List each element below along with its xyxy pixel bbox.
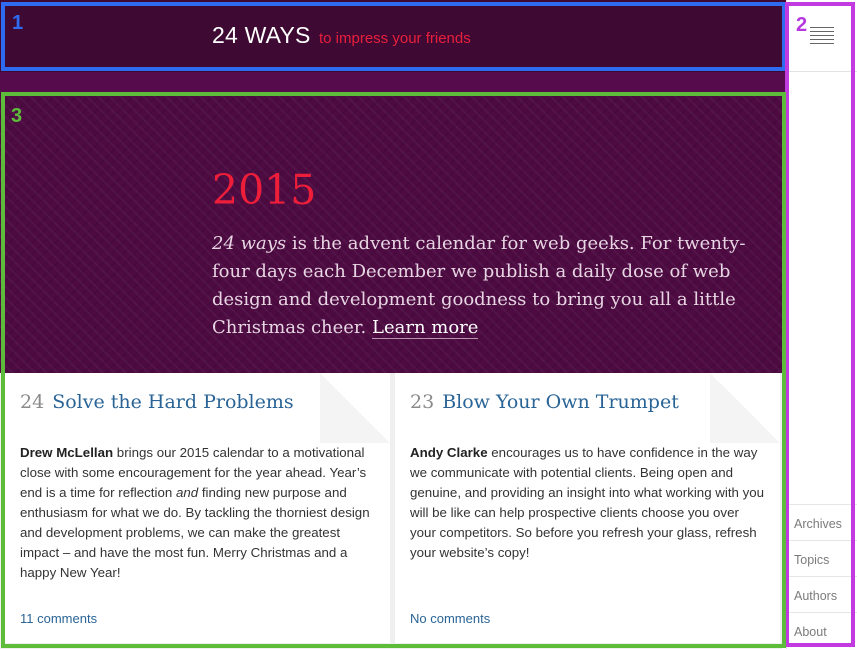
- article-day-number: 24: [20, 391, 45, 413]
- hamburger-menu-icon[interactable]: [810, 27, 834, 45]
- site-title[interactable]: 24 WAYS to impress your friends: [212, 22, 471, 49]
- article-card: 23 Blow Your Own Trumpet Andy Clarke enco…: [395, 373, 780, 643]
- card-fold-decoration: [320, 373, 390, 443]
- article-card: 24 Solve the Hard Problems Drew McLellan …: [5, 373, 390, 643]
- hero-intro: 24 ways is the advent calendar for web g…: [212, 230, 752, 342]
- article-author: Drew McLellan: [20, 445, 114, 460]
- sidebar-item-about[interactable]: About: [787, 612, 857, 648]
- learn-more-link[interactable]: Learn more: [372, 317, 479, 339]
- article-summary-emphasis: and: [175, 485, 199, 500]
- article-title-link[interactable]: Blow Your Own Trumpet: [442, 391, 679, 413]
- header-divider-band: [0, 72, 786, 92]
- article-day-number: 23: [410, 391, 435, 413]
- article-comments-link[interactable]: No comments: [410, 611, 490, 626]
- annotation-label-header: 1: [12, 12, 24, 34]
- site-header: 24 WAYS to impress your friends: [0, 0, 786, 72]
- hero-intro-emphasis: 24 ways: [212, 233, 287, 254]
- sidebar-item-topics[interactable]: Topics: [787, 540, 857, 576]
- brand-tagline: to impress your friends: [319, 30, 471, 47]
- sidebar-item-archives[interactable]: Archives: [787, 504, 857, 540]
- article-summary-text: encourages us to have confidence in the …: [410, 445, 765, 560]
- sidebar: Archives Topics Authors About: [786, 0, 857, 649]
- card-fold-decoration: [710, 373, 780, 443]
- article-title-link[interactable]: Solve the Hard Problems: [52, 391, 293, 413]
- article-summary: Drew McLellan brings our 2015 calendar t…: [20, 443, 375, 583]
- articles-list: 24 Solve the Hard Problems Drew McLellan …: [0, 373, 782, 649]
- article-heading: 23 Blow Your Own Trumpet: [410, 391, 679, 413]
- article-summary: Andy Clarke encourages us to have confid…: [410, 443, 765, 563]
- hero-section: 2015 24 ways is the advent calendar for …: [0, 92, 786, 373]
- menu-toggle-button[interactable]: [787, 0, 857, 72]
- annotation-label-sidebar: 2: [796, 14, 808, 36]
- hero-intro-text: is the advent calendar for web geeks. Fo…: [212, 233, 746, 338]
- brand-name[interactable]: 24 WAYS: [212, 22, 311, 48]
- article-comments-link[interactable]: 11 comments: [20, 611, 97, 626]
- article-heading: 24 Solve the Hard Problems: [20, 391, 294, 413]
- article-author: Andy Clarke: [410, 445, 488, 460]
- sidebar-nav: Archives Topics Authors About: [787, 504, 857, 648]
- sidebar-item-authors[interactable]: Authors: [787, 576, 857, 612]
- annotation-label-content: 3: [11, 105, 23, 127]
- hero-year: 2015: [212, 166, 317, 214]
